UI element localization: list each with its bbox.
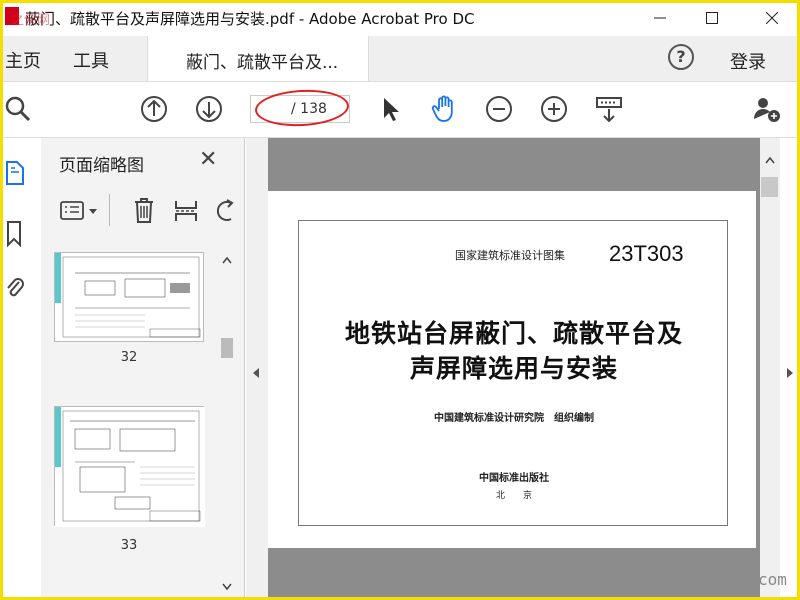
left-rail — [3, 138, 42, 597]
minimize-icon — [654, 17, 666, 19]
thumbnails-scroll-thumb[interactable] — [221, 338, 233, 358]
rotate-icon[interactable] — [215, 198, 235, 224]
thumbnail-page-32[interactable] — [54, 252, 204, 342]
thumbnails-list: 32 33 — [41, 238, 237, 597]
login-button[interactable]: 登录 — [730, 48, 766, 74]
title-bar: 蔽门、疏散平台及声屏障选用与安装.pdf - Adobe Acrobat Pro… — [3, 3, 797, 36]
page-gap-top — [268, 138, 760, 191]
editor-label: 中国建筑标准设计研究院 组织编制 — [434, 413, 594, 424]
bookmarks-icon[interactable] — [3, 218, 27, 248]
site-watermark: 之侠网 — [11, 13, 51, 28]
doc-scroll-up-icon[interactable] — [765, 156, 775, 164]
thumbnail-drawing — [55, 407, 205, 527]
search-icon[interactable] — [3, 94, 33, 124]
document-tab-label: 蔽门、疏散平台及... — [186, 53, 339, 73]
zoom-in-icon[interactable] — [539, 94, 569, 124]
cover-title-line2: 声屏障选用与安装 — [409, 354, 618, 383]
thumbnail-label-32: 32 — [120, 350, 138, 365]
atlas-code: 23T303 — [609, 241, 684, 266]
scroll-up-icon[interactable] — [222, 256, 232, 264]
hand-tool-icon[interactable] — [429, 94, 459, 124]
prev-page-arrow-icon[interactable] — [252, 367, 260, 379]
next-page-arrow-icon[interactable] — [786, 367, 794, 379]
share-user-icon[interactable] — [751, 94, 781, 124]
close-icon — [766, 12, 778, 24]
scroll-down-icon[interactable] — [222, 583, 232, 591]
minimize-button[interactable] — [637, 3, 683, 33]
cover-title-line1: 地铁站台屏蔽门、疏散平台及 — [344, 319, 683, 348]
delete-icon[interactable] — [131, 196, 157, 224]
window-title: 蔽门、疏散平台及声屏障选用与安装.pdf - Adobe Acrobat Pro… — [25, 10, 475, 28]
options-menu-icon[interactable] — [59, 200, 103, 222]
select-tool-icon[interactable] — [375, 94, 405, 124]
document-tab[interactable]: 蔽门、疏散平台及... — [147, 36, 369, 81]
city-label: 北 京 — [495, 491, 532, 501]
scroll-mode-icon[interactable] — [594, 94, 624, 124]
thumbnail-page-33[interactable] — [54, 406, 205, 527]
pdf-page: 国家建筑标准设计图集 23T303 地铁站台屏蔽门、疏散平台及 声屏障选用与安装… — [268, 191, 756, 548]
tools-tab[interactable]: 工具 — [73, 47, 109, 73]
menu-bar: 主页 工具 蔽门、疏散平台及... ? 登录 — [3, 36, 797, 82]
next-page-icon[interactable] — [194, 94, 224, 124]
close-window-button[interactable] — [749, 3, 795, 33]
help-icon[interactable]: ? — [668, 44, 694, 70]
atlas-label: 国家建筑标准设计图集 — [455, 249, 565, 262]
home-tab[interactable]: 主页 — [5, 47, 41, 73]
panel-toolbar — [41, 188, 245, 232]
maximize-button[interactable] — [689, 3, 735, 33]
document-scroll-thumb[interactable] — [761, 177, 778, 197]
extract-pages-icon[interactable] — [173, 198, 199, 224]
publisher-label: 中国标准出版社 — [479, 473, 549, 484]
previous-page-icon[interactable] — [139, 94, 169, 124]
corner-watermark: com — [758, 570, 787, 589]
panel-close-icon[interactable]: ✕ — [199, 147, 217, 172]
thumbnail-drawing — [55, 253, 203, 341]
panel-title: 页面缩略图 — [59, 156, 144, 176]
toolbar: / 138 — [3, 82, 797, 138]
page-thumbnails-icon[interactable] — [3, 158, 27, 188]
attachments-icon[interactable] — [3, 274, 27, 304]
tools-divider — [109, 194, 110, 226]
cover-frame: 国家建筑标准设计图集 23T303 地铁站台屏蔽门、疏散平台及 声屏障选用与安装… — [298, 220, 728, 526]
thumbnails-scrollbar[interactable] — [218, 238, 236, 597]
maximize-icon — [706, 12, 718, 24]
document-scrollbar[interactable] — [760, 138, 780, 597]
thumbnail-label-33: 33 — [120, 538, 138, 553]
thumbnails-panel: 页面缩略图 ✕ 32 33 — [41, 138, 245, 597]
zoom-out-icon[interactable] — [484, 94, 514, 124]
